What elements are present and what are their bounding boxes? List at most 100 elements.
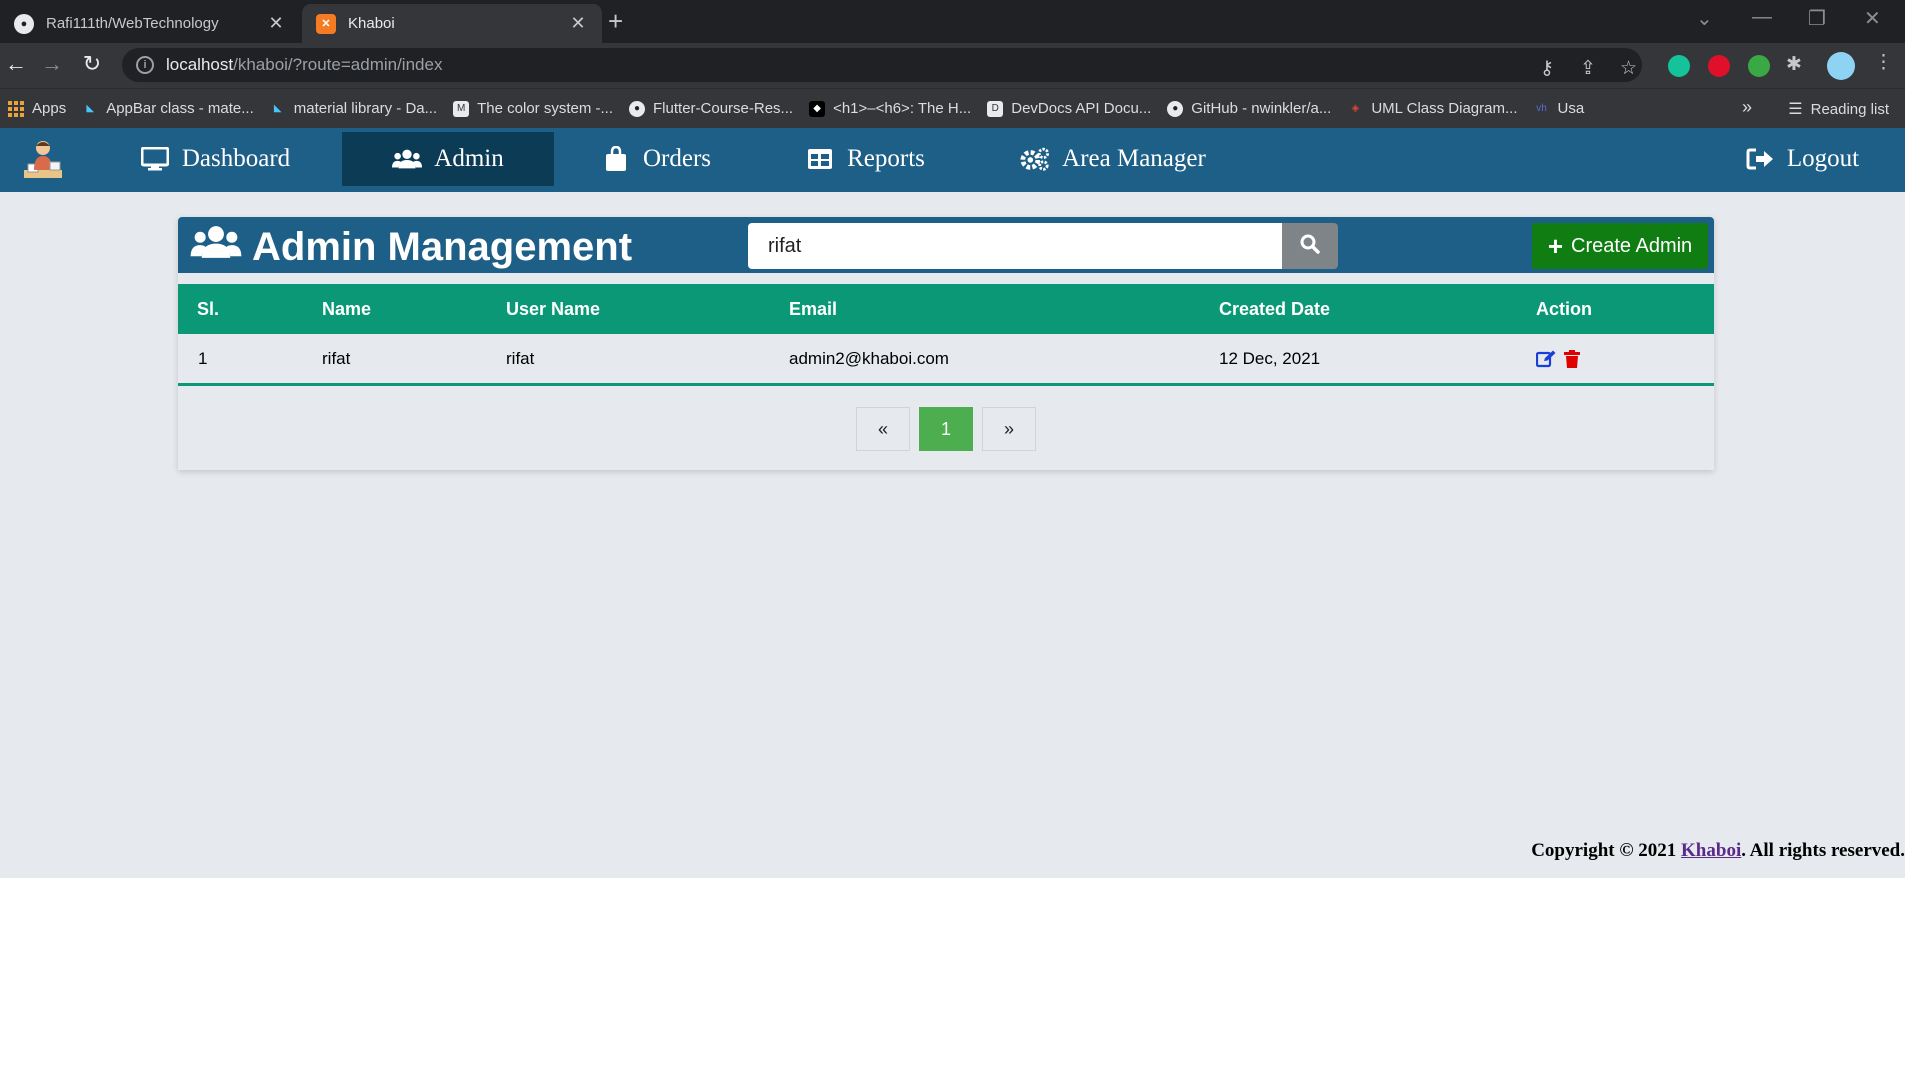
bookmark-item[interactable]: ◣ AppBar class - mate... [82,100,254,117]
restore-button[interactable]: ❐ [1808,6,1826,31]
column-header-sl: Sl. [197,298,220,319]
grammarly-icon[interactable] [1668,55,1690,77]
bookmark-label: material library - Da... [293,100,438,117]
minimize-button[interactable]: — [1752,6,1772,29]
browser-toolbar: ← → ↻ i localhost/khaboi/?route=admin/in… [0,43,1905,88]
material-icon: M [453,100,470,117]
extensions-icon[interactable]: ✱ [1786,53,1802,76]
bookmark-label: Apps [32,100,67,117]
next-page-button[interactable]: » [982,407,1036,451]
column-header-name: Name [322,298,372,319]
close-icon[interactable]: ✕ [568,13,588,34]
github-icon: ● [1167,100,1184,117]
sign-out-icon [1745,146,1775,172]
copyright-suffix: . All rights reserved. [1741,840,1905,861]
nav-orders[interactable]: Orders [598,132,714,186]
desktop-icon [140,146,170,172]
new-tab-button[interactable]: + [608,6,623,37]
logout-button[interactable]: Logout [1740,132,1864,186]
browser-tab-github[interactable]: ● Rafi111th/WebTechnology ✕ [0,4,300,43]
browser-tab-bar: ● Rafi111th/WebTechnology ✕ ✕ Khaboi ✕ +… [0,0,1905,43]
star-icon[interactable]: ☆ [1620,57,1637,80]
bookmarks-overflow-button[interactable]: » [1742,97,1752,118]
delete-icon[interactable] [1564,349,1580,368]
tab-search-icon[interactable]: ⌄ [1696,6,1713,31]
reading-list-button[interactable]: ☰ Reading list [1788,99,1889,119]
browser-tab-khaboi[interactable]: ✕ Khaboi ✕ [302,4,602,43]
forward-button[interactable]: → [38,51,66,77]
nav-area-manager[interactable]: Area Manager [1016,132,1210,186]
bookmark-item[interactable]: ◆ <h1>–<h6>: The H... [809,100,971,117]
site-logo[interactable] [20,136,66,182]
devdocs-icon: D [987,100,1004,117]
column-header-created-date: Created Date [1219,298,1331,319]
bookmark-item[interactable]: ◣ material library - Da... [270,100,437,117]
column-header-email: Email [789,298,838,319]
previous-page-button[interactable]: « [856,407,910,451]
cell-username: rifat [506,348,535,368]
github-icon: ● [14,13,34,34]
avatar[interactable] [1827,52,1855,80]
adobe-icon[interactable] [1708,55,1730,77]
bookmark-item[interactable]: ● GitHub - nwinkler/a... [1167,100,1331,117]
mdn-icon: ◆ [809,100,826,117]
table-icon [805,146,835,172]
admin-management-panel: Admin Management rifat + Create Admin Sl… [178,217,1714,470]
bookmarks-bar: Apps ◣ AppBar class - mate... ◣ material l… [0,88,1905,128]
page-1-button[interactable]: 1 [919,407,973,451]
url-path: /khaboi/?route=admin/index [233,55,443,74]
cell-sl: 1 [198,348,208,368]
flutter-icon: ◣ [86,103,95,114]
key-icon[interactable]: ⚷ [1540,57,1554,80]
address-bar[interactable]: i localhost/khaboi/?route=admin/index ⚷ … [122,48,1642,82]
github-icon: ● [629,100,646,117]
bookmark-item[interactable]: D DevDocs API Docu... [987,100,1151,117]
flutter-icon: ◣ [273,103,282,114]
bookmark-apps[interactable]: Apps [8,100,66,117]
copyright-prefix: Copyright © 2021 [1531,840,1682,861]
page-content: Dashboard Admin Orders Reports Area Mana [0,128,1905,878]
bookmark-label: DevDocs API Docu... [1011,100,1152,117]
shopping-bag-icon [601,146,631,172]
users-icon [392,146,423,172]
xampp-icon: ✕ [316,13,336,34]
nav-admin[interactable]: Admin [342,132,554,186]
edit-icon[interactable] [1536,350,1556,368]
create-admin-button[interactable]: + Create Admin [1532,223,1708,269]
pagination: « 1 » [856,407,1036,451]
site-info-icon[interactable]: i [136,56,154,74]
nav-reports[interactable]: Reports [800,132,930,186]
url-host: localhost [166,55,234,74]
bookmark-label: AppBar class - mate... [106,100,254,117]
plus-icon: + [1547,230,1563,261]
create-admin-label: Create Admin [1571,234,1693,257]
table-header: Sl. Name User Name Email Created Date Ac… [178,284,1714,334]
close-window-button[interactable]: ✕ [1864,6,1881,31]
bookmark-label: <h1>–<h6>: The H... [833,100,972,117]
logout-label: Logout [1786,145,1860,172]
back-button[interactable]: ← [2,51,30,77]
brand-link[interactable]: Khaboi [1681,840,1741,861]
bookmark-item[interactable]: ◈ UML Class Diagram... [1347,100,1517,117]
bookmark-label: GitHub - nwinkler/a... [1191,100,1332,117]
bookmark-item[interactable]: ● Flutter-Course-Res... [629,100,793,117]
search-button[interactable] [1282,223,1338,269]
bookmark-item[interactable]: vh Usa [1533,100,1584,117]
close-icon[interactable]: ✕ [266,13,286,34]
bookmark-item[interactable]: M The color system -... [453,100,613,117]
menu-icon[interactable]: ⋮ [1874,51,1893,74]
cell-created-date: 12 Dec, 2021 [1219,348,1321,368]
reload-button[interactable]: ↻ [78,51,106,77]
table-row: 1 rifat rifat admin2@khaboi.com 12 Dec, … [178,334,1714,386]
share-icon[interactable]: ⇪ [1580,57,1596,80]
vh-icon: vh [1536,103,1547,114]
bookmark-label: UML Class Diagram... [1371,100,1518,117]
bookmark-label: Usa [1557,100,1585,117]
nav-label: Admin [434,145,504,172]
colorzilla-icon[interactable] [1748,55,1770,77]
search-input[interactable]: rifat [748,223,1282,269]
nav-label: Orders [642,145,712,172]
bookmark-label: Flutter-Course-Res... [653,100,794,117]
nav-label: Dashboard [181,145,291,172]
nav-dashboard[interactable]: Dashboard [130,132,300,186]
